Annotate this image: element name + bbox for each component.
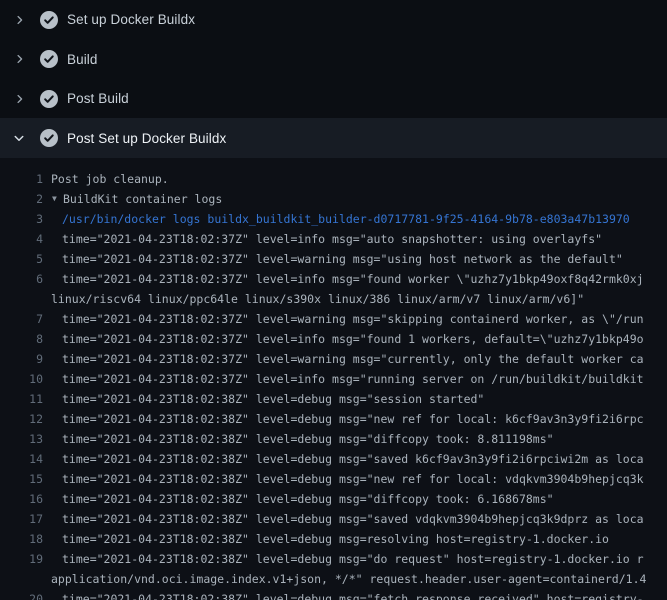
log-line-text: time="2021-04-23T18:02:37Z" level=warnin… (62, 309, 644, 329)
log-row: 16 time="2021-04-23T18:02:38Z" level=debu… (0, 489, 667, 509)
line-number[interactable]: 12 (0, 409, 43, 429)
log-row: 7 time="2021-04-23T18:02:37Z" level=warni… (0, 309, 667, 329)
log-row-command: 3/usr/bin/docker logs buildx_buildkit_bu… (0, 209, 667, 229)
log-row: 5 time="2021-04-23T18:02:37Z" level=warni… (0, 249, 667, 269)
log-line-text: Post job cleanup. (51, 169, 169, 189)
line-number[interactable]: 2 (0, 189, 43, 209)
log-row: 14 time="2021-04-23T18:02:38Z" level=debu… (0, 449, 667, 469)
log-line-text: application/vnd.oci.image.index.v1+json,… (51, 569, 646, 589)
step-label: Post Set up Docker Buildx (67, 131, 226, 146)
step-label: Build (67, 52, 98, 67)
log-row: 1 Post job cleanup. (0, 169, 667, 189)
log-line-text: time="2021-04-23T18:02:38Z" level=debug … (62, 489, 554, 509)
log-line-text: time="2021-04-23T18:02:37Z" level=info m… (62, 329, 644, 349)
line-number[interactable]: 5 (0, 249, 43, 269)
log-line-text: time="2021-04-23T18:02:38Z" level=debug … (62, 589, 644, 600)
log-line-text: time="2021-04-23T18:02:38Z" level=debug … (62, 469, 644, 489)
log-row: 4 time="2021-04-23T18:02:37Z" level=info … (0, 229, 667, 249)
check-circle-icon (40, 11, 58, 29)
log-row: 6 time="2021-04-23T18:02:37Z" level=info … (0, 269, 667, 289)
line-number[interactable]: 7 (0, 309, 43, 329)
log-line-text: time="2021-04-23T18:02:37Z" level=info m… (62, 269, 644, 289)
line-number[interactable]: 3 (0, 209, 43, 229)
log-line-text: time="2021-04-23T18:02:38Z" level=debug … (62, 429, 554, 449)
log-line-text: time="2021-04-23T18:02:37Z" level=warnin… (62, 349, 644, 369)
workflow-log-panel: Set up Docker Buildx Build Post Build (0, 0, 667, 600)
step-label: Set up Docker Buildx (67, 12, 195, 27)
log-line-text: time="2021-04-23T18:02:38Z" level=debug … (62, 509, 644, 529)
log-row: 18 time="2021-04-23T18:02:38Z" level=debu… (0, 529, 667, 549)
log-group-header[interactable]: 2 ▼BuildKit container logs (0, 189, 667, 209)
log-line-text: time="2021-04-23T18:02:38Z" level=debug … (62, 549, 644, 569)
line-number[interactable]: 16 (0, 489, 43, 509)
log-line-text: linux/riscv64 linux/ppc64le linux/s390x … (51, 289, 584, 309)
log-group-title: BuildKit container logs (63, 189, 222, 209)
log-line-text: time="2021-04-23T18:02:38Z" level=debug … (62, 449, 644, 469)
log-area[interactable]: 1 Post job cleanup. 2 ▼BuildKit container … (0, 158, 667, 600)
line-number (0, 569, 43, 589)
step-header-post-set-up-docker-buildx[interactable]: Post Set up Docker Buildx (0, 118, 667, 158)
log-row: 13 time="2021-04-23T18:02:38Z" level=debu… (0, 429, 667, 449)
line-number[interactable]: 13 (0, 429, 43, 449)
line-number[interactable]: 19 (0, 549, 43, 569)
log-row: 10 time="2021-04-23T18:02:37Z" level=info… (0, 369, 667, 389)
log-row: 20 time="2021-04-23T18:02:38Z" level=debu… (0, 589, 667, 600)
log-row: 17 time="2021-04-23T18:02:38Z" level=debu… (0, 509, 667, 529)
log-row: 9 time="2021-04-23T18:02:37Z" level=warni… (0, 349, 667, 369)
log-line-text: time="2021-04-23T18:02:38Z" level=debug … (62, 389, 484, 409)
log-line-text: time="2021-04-23T18:02:37Z" level=warnin… (62, 249, 623, 269)
line-number[interactable]: 10 (0, 369, 43, 389)
log-line-text: time="2021-04-23T18:02:38Z" level=debug … (62, 529, 609, 549)
check-circle-icon (40, 90, 58, 108)
line-number[interactable]: 18 (0, 529, 43, 549)
line-number[interactable]: 17 (0, 509, 43, 529)
line-number[interactable]: 15 (0, 469, 43, 489)
check-circle-icon (40, 50, 58, 68)
step-header-build[interactable]: Build (0, 39, 667, 79)
line-number[interactable]: 14 (0, 449, 43, 469)
line-number[interactable]: 20 (0, 589, 43, 600)
line-number[interactable]: 8 (0, 329, 43, 349)
line-number[interactable]: 4 (0, 229, 43, 249)
triangle-down-icon[interactable]: ▼ (52, 189, 63, 209)
log-row: 11 time="2021-04-23T18:02:38Z" level=debu… (0, 389, 667, 409)
log-row-wrap: application/vnd.oci.image.index.v1+json,… (0, 569, 667, 589)
log-row: 19 time="2021-04-23T18:02:38Z" level=debu… (0, 549, 667, 569)
check-circle-icon (40, 129, 58, 147)
steps-list: Set up Docker Buildx Build Post Build (0, 0, 667, 158)
log-row: 8 time="2021-04-23T18:02:37Z" level=info … (0, 329, 667, 349)
line-number[interactable]: 6 (0, 269, 43, 289)
line-number (0, 289, 43, 309)
chevron-down-icon (13, 132, 25, 144)
step-header-set-up-docker-buildx[interactable]: Set up Docker Buildx (0, 0, 667, 39)
chevron-right-icon (13, 53, 25, 65)
log-line-text: time="2021-04-23T18:02:37Z" level=info m… (62, 229, 602, 249)
log-row-wrap: linux/riscv64 linux/ppc64le linux/s390x … (0, 289, 667, 309)
command-line-text: /usr/bin/docker logs buildx_buildkit_bui… (62, 209, 630, 229)
log-line-text: time="2021-04-23T18:02:38Z" level=debug … (62, 409, 644, 429)
chevron-right-icon (13, 14, 25, 26)
step-label: Post Build (67, 91, 129, 106)
log-row: 15 time="2021-04-23T18:02:38Z" level=debu… (0, 469, 667, 489)
line-number[interactable]: 1 (0, 169, 43, 189)
log-row: 12 time="2021-04-23T18:02:38Z" level=debu… (0, 409, 667, 429)
line-number[interactable]: 9 (0, 349, 43, 369)
step-header-post-build[interactable]: Post Build (0, 79, 667, 118)
line-number[interactable]: 11 (0, 389, 43, 409)
chevron-right-icon (13, 93, 25, 105)
log-line-text: time="2021-04-23T18:02:37Z" level=info m… (62, 369, 644, 389)
